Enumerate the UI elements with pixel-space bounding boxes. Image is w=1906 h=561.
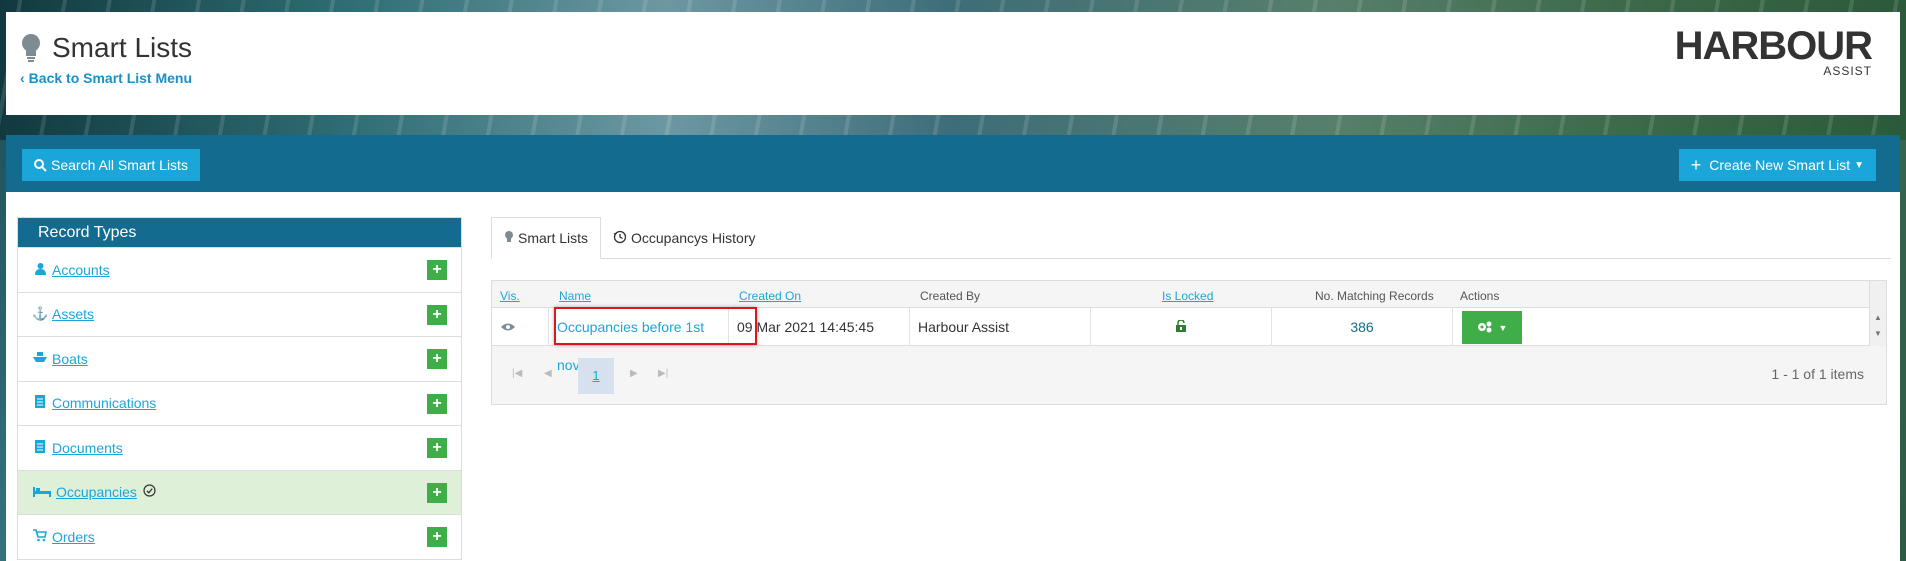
caret-down-icon: ▼ bbox=[1498, 322, 1508, 333]
create-smart-list-button[interactable]: + Create New Smart List ▼ bbox=[1678, 149, 1876, 181]
record-types-panel: Record Types Accounts + ⚓ Assets + Boats… bbox=[17, 217, 462, 560]
add-documents-button[interactable]: + bbox=[427, 438, 447, 458]
record-type-assets[interactable]: ⚓ Assets + bbox=[18, 291, 461, 336]
record-type-label[interactable]: Occupancies bbox=[56, 484, 137, 500]
document-icon bbox=[32, 395, 48, 411]
smart-lists-grid: Vis. Name Created On Created By Is Locke… bbox=[491, 280, 1887, 405]
tab-label: Occupancys History bbox=[631, 230, 756, 246]
boat-icon bbox=[32, 351, 48, 366]
chevron-left-icon: ‹ bbox=[20, 70, 25, 86]
add-assets-button[interactable]: + bbox=[427, 304, 447, 325]
action-toolbar: Search All Smart Lists + Create New Smar… bbox=[6, 135, 1900, 192]
bed-icon bbox=[32, 485, 52, 500]
page-title: Smart Lists bbox=[20, 32, 192, 64]
logo-main-text: HARBOUR bbox=[1674, 24, 1873, 68]
cart-icon bbox=[32, 528, 48, 545]
grid-pager: |◀ ◀ 1 ▶ ▶| 1 - 1 of 1 items bbox=[492, 346, 1886, 404]
search-all-label: Search All Smart Lists bbox=[51, 157, 188, 173]
unlocked-icon[interactable] bbox=[1175, 319, 1187, 335]
next-page-icon[interactable]: ▶ bbox=[630, 368, 638, 379]
harbour-assist-logo: HARBOUR ASSIST bbox=[1674, 24, 1873, 78]
grid-header: Vis. Name Created On Created By Is Locke… bbox=[492, 281, 1870, 308]
add-communications-button[interactable]: + bbox=[427, 393, 447, 414]
column-header-name[interactable]: Name bbox=[559, 289, 591, 303]
bulb-icon bbox=[504, 230, 514, 247]
column-header-vis[interactable]: Vis. bbox=[500, 289, 520, 303]
tab-occupancys-history[interactable]: Occupancys History bbox=[601, 217, 767, 259]
record-type-boats[interactable]: Boats + bbox=[18, 336, 461, 381]
prev-page-icon[interactable]: ◀ bbox=[544, 368, 552, 379]
tab-smart-lists[interactable]: Smart Lists bbox=[491, 217, 602, 259]
check-circle-icon bbox=[143, 484, 156, 500]
document-icon bbox=[32, 439, 48, 456]
scroll-up-icon[interactable]: ▲ bbox=[1870, 313, 1886, 322]
record-type-documents[interactable]: Documents + bbox=[18, 425, 461, 470]
create-label: Create New Smart List bbox=[1709, 157, 1851, 173]
history-icon bbox=[613, 230, 627, 247]
eye-icon[interactable] bbox=[501, 319, 515, 335]
search-icon bbox=[34, 158, 47, 172]
record-type-accounts[interactable]: Accounts + bbox=[18, 247, 461, 292]
page-number-button[interactable]: 1 bbox=[578, 358, 614, 394]
record-type-label[interactable]: Communications bbox=[52, 395, 156, 411]
caret-down-icon: ▼ bbox=[1854, 159, 1864, 171]
column-header-matching: No. Matching Records bbox=[1315, 289, 1434, 303]
pager-info: 1 - 1 of 1 items bbox=[1771, 366, 1864, 382]
page-title-text: Smart Lists bbox=[52, 32, 193, 63]
column-header-created-by: Created By bbox=[920, 289, 981, 303]
column-header-actions: Actions bbox=[1460, 289, 1500, 303]
tab-label: Smart Lists bbox=[518, 230, 589, 246]
created-by-cell: Harbour Assist bbox=[909, 308, 1090, 346]
record-types-heading: Record Types bbox=[18, 218, 461, 247]
add-boats-button[interactable]: + bbox=[427, 349, 447, 369]
record-type-label[interactable]: Orders bbox=[52, 529, 95, 545]
page-header: Smart Lists ‹ Back to Smart List Menu HAR… bbox=[6, 12, 1900, 115]
gears-icon bbox=[1477, 320, 1493, 336]
column-header-created-on[interactable]: Created On bbox=[739, 289, 801, 303]
record-type-communications[interactable]: Communications + bbox=[18, 380, 461, 425]
record-type-label[interactable]: Boats bbox=[52, 351, 88, 367]
user-icon bbox=[32, 262, 48, 278]
record-type-label[interactable]: Documents bbox=[52, 440, 123, 456]
add-accounts-button[interactable]: + bbox=[427, 260, 447, 280]
first-page-icon[interactable]: |◀ bbox=[512, 368, 522, 379]
highlight-box bbox=[554, 307, 757, 345]
main-content: Record Types Accounts + ⚓ Assets + Boats… bbox=[6, 192, 1900, 561]
record-type-occupancies[interactable]: Occupancies + bbox=[18, 469, 461, 514]
record-type-orders[interactable]: Orders + bbox=[18, 514, 461, 559]
vis-cell bbox=[492, 308, 548, 346]
is-locked-cell bbox=[1090, 308, 1271, 346]
column-header-is-locked[interactable]: Is Locked bbox=[1162, 289, 1213, 303]
anchor-icon: ⚓ bbox=[32, 306, 49, 322]
lightbulb-icon bbox=[22, 34, 40, 62]
scroll-down-icon[interactable]: ▼ bbox=[1870, 329, 1886, 338]
record-type-label[interactable]: Accounts bbox=[52, 262, 110, 278]
record-type-label[interactable]: Assets bbox=[52, 306, 94, 322]
tab-bar: Smart Lists Occupancys History bbox=[491, 217, 1891, 259]
search-all-button[interactable]: Search All Smart Lists bbox=[22, 149, 200, 181]
row-actions-button[interactable]: ▼ bbox=[1462, 311, 1522, 344]
last-page-icon[interactable]: ▶| bbox=[658, 368, 668, 379]
add-occupancies-button[interactable]: + bbox=[427, 482, 447, 503]
add-orders-button[interactable]: + bbox=[427, 527, 447, 547]
grid-scrollbar[interactable]: ▲ ▼ bbox=[1869, 281, 1886, 346]
back-to-menu-link[interactable]: ‹ Back to Smart List Menu bbox=[20, 70, 192, 86]
matching-cell: 386 bbox=[1271, 308, 1452, 346]
plus-icon: + bbox=[1690, 154, 1702, 175]
